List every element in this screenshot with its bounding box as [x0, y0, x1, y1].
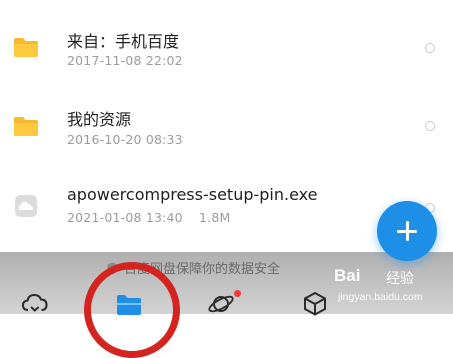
file-meta: 2016-10-20 08:33: [67, 132, 183, 147]
tab-discover[interactable]: [206, 290, 236, 316]
folder-icon: [14, 38, 38, 57]
file-size: 1.8M: [199, 210, 231, 225]
watermark: Bai 经验 jingyan.baidu.com: [334, 266, 452, 312]
file-icon: [15, 195, 37, 217]
tab-home[interactable]: [20, 290, 50, 316]
add-button[interactable]: [377, 201, 437, 261]
annotation-circle: [84, 262, 180, 358]
file-meta: 2021-01-08 13:40 1.8M: [67, 210, 231, 225]
file-name: apowercompress-setup-pin.exe: [67, 185, 318, 204]
file-date: 2021-01-08 13:40: [67, 210, 183, 225]
select-radio[interactable]: [425, 121, 435, 131]
watermark-url: jingyan.baidu.com: [338, 291, 423, 303]
cloud-icon: [21, 293, 48, 312]
file-row[interactable]: 来自：手机百度 2017-11-08 22:02: [0, 8, 453, 88]
notification-badge: [234, 290, 241, 297]
folder-icon: [14, 117, 38, 136]
watermark-name: 经验: [386, 271, 414, 287]
file-date: 2017-11-08 22:02: [67, 53, 183, 68]
file-name: 我的资源: [67, 110, 132, 129]
file-date: 2016-10-20 08:33: [67, 132, 183, 147]
planet-icon: [208, 295, 234, 313]
watermark-logo: Bai: [334, 266, 361, 285]
tab-profile[interactable]: [300, 290, 330, 316]
cube-icon: [304, 291, 326, 316]
file-meta: 2017-11-08 22:02: [67, 53, 183, 68]
file-name: 来自：手机百度: [67, 32, 180, 51]
select-radio[interactable]: [425, 43, 435, 53]
file-row[interactable]: 我的资源 2016-10-20 08:33: [0, 85, 453, 165]
